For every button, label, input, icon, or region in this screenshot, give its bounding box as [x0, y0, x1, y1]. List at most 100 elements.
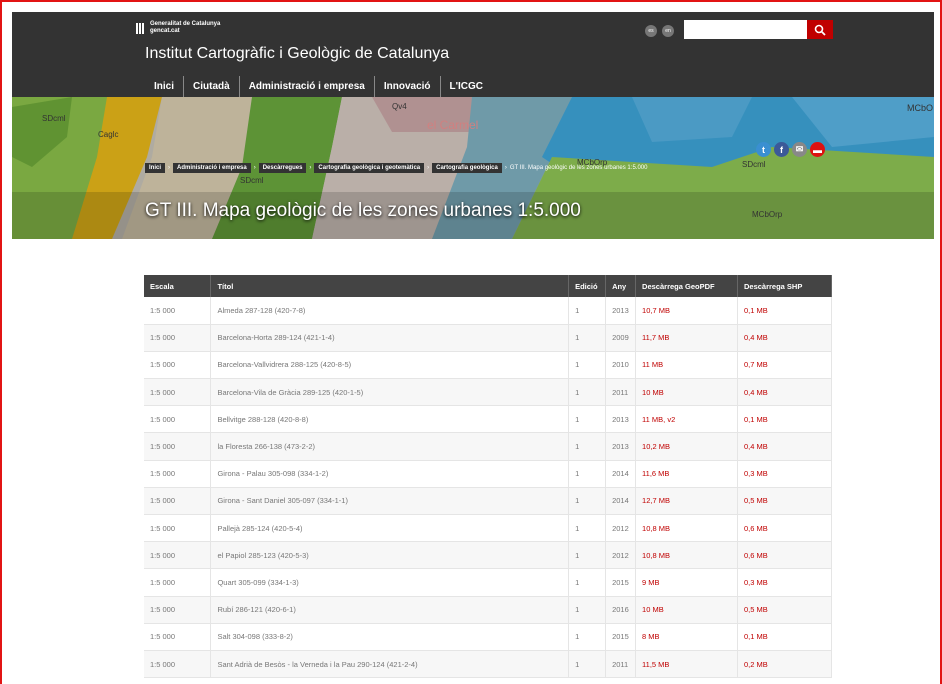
- cell-title: Barcelona-Vallvidrera 288-125 (420-8-5): [210, 351, 570, 380]
- cell-scale: 1:5 000: [144, 324, 212, 352]
- geopdf-download-link[interactable]: 10,8 MB: [635, 541, 738, 570]
- geopdf-download-link[interactable]: 11,5 MB: [635, 650, 738, 679]
- nav-innovacio[interactable]: Innovació: [373, 76, 440, 97]
- geopdf-download-link[interactable]: 9 MB: [635, 568, 738, 597]
- breadcrumb-item[interactable]: Cartografia geològica i geotemàtica: [314, 163, 425, 173]
- shp-download-link[interactable]: 0,3 MB: [737, 460, 833, 488]
- column-header[interactable]: Títol: [210, 275, 570, 297]
- cell-scale: 1:5 000: [144, 596, 212, 624]
- search-input[interactable]: [684, 20, 807, 39]
- cell-title: Quart 305-099 (334-1-3): [210, 568, 570, 597]
- cell-year: 2013: [605, 405, 637, 434]
- main-nav: Inici Ciutadà Administració i empresa In…: [145, 76, 492, 97]
- nav-icgc[interactable]: L'ICGC: [439, 76, 493, 97]
- column-header[interactable]: Any: [605, 275, 637, 297]
- shp-download-link[interactable]: 0,4 MB: [737, 432, 833, 461]
- lang-en-button[interactable]: en: [662, 25, 674, 37]
- cell-scale: 1:5 000: [144, 432, 212, 461]
- breadcrumb-separator-icon: ›: [427, 165, 430, 171]
- geopdf-download-link[interactable]: 10,7 MB: [635, 297, 738, 325]
- cell-scale: 1:5 000: [144, 378, 212, 407]
- column-header[interactable]: Edició: [568, 275, 607, 297]
- gencat-emblem-icon: [136, 22, 146, 34]
- cell-year: 2011: [605, 378, 637, 407]
- breadcrumb-item[interactable]: Administració i empresa: [173, 163, 251, 173]
- shp-download-link[interactable]: 0,1 MB: [737, 623, 833, 651]
- cell-title: Girona - Palau 305-098 (334-1-2): [210, 460, 570, 488]
- map-label: MCbO: [907, 103, 933, 113]
- cell-edition: 1: [568, 297, 607, 325]
- shp-download-link[interactable]: 0,3 MB: [737, 568, 833, 597]
- search-button[interactable]: [807, 20, 833, 39]
- browser-frame: Generalitat de Catalunya gencat.cat Inst…: [0, 0, 942, 684]
- cell-edition: 1: [568, 568, 607, 597]
- shp-download-link[interactable]: 0,1 MB: [737, 297, 833, 325]
- shp-download-link[interactable]: 0,5 MB: [737, 487, 833, 516]
- cell-title: Sant Adrià de Besòs - la Verneda i la Pa…: [210, 650, 570, 679]
- column-header[interactable]: Descàrrega SHP: [737, 275, 833, 297]
- breadcrumb-item[interactable]: Cartografia geològica: [432, 163, 502, 173]
- cell-year: 2016: [605, 596, 637, 624]
- cell-edition: 1: [568, 596, 607, 624]
- map-label: Caglc: [98, 130, 118, 139]
- nav-administracio[interactable]: Administració i empresa: [238, 76, 374, 97]
- cell-title: el Papiol 285-123 (420-5-3): [210, 541, 570, 570]
- breadcrumb-separator-icon: ›: [168, 165, 171, 171]
- shp-download-link[interactable]: 0,4 MB: [737, 378, 833, 407]
- breadcrumb-separator-icon: ›: [504, 165, 507, 171]
- cell-title: Pallejà 285-124 (420-5-4): [210, 514, 570, 543]
- column-header[interactable]: Descàrrega GeoPDF: [635, 275, 738, 297]
- map-label: el Carmel: [427, 118, 478, 132]
- geopdf-download-link[interactable]: 11 MB: [635, 351, 738, 380]
- column-header[interactable]: Escala: [144, 275, 212, 297]
- cell-scale: 1:5 000: [144, 297, 212, 325]
- geopdf-download-link[interactable]: 10,2 MB: [635, 432, 738, 461]
- cell-year: 2015: [605, 568, 637, 597]
- cell-title: Girona - Sant Daniel 305-097 (334-1-1): [210, 487, 570, 516]
- site-title[interactable]: Institut Cartogràfic i Geològic de Catal…: [145, 45, 449, 63]
- shp-download-link[interactable]: 0,6 MB: [737, 514, 833, 543]
- geopdf-download-link[interactable]: 11,7 MB: [635, 324, 738, 352]
- cell-title: Salt 304-098 (333-8-2): [210, 623, 570, 651]
- cell-edition: 1: [568, 432, 607, 461]
- cell-title: Rubí 286-121 (420-6-1): [210, 596, 570, 624]
- table-row: 1:5 000 Barcelona-Vila de Gràcia 289-125 …: [144, 378, 833, 407]
- facebook-icon[interactable]: f: [774, 142, 789, 157]
- cell-title: Barcelona-Vila de Gràcia 289-125 (420-1-…: [210, 378, 570, 407]
- lang-es-button[interactable]: es: [645, 25, 657, 37]
- table-row: 1:5 000 Girona - Palau 305-098 (334-1-2) 1…: [144, 460, 833, 488]
- geopdf-download-link[interactable]: 10 MB: [635, 596, 738, 624]
- breadcrumb: Inici › Administració i empresa › Descàr…: [145, 163, 647, 173]
- shp-download-link[interactable]: 0,2 MB: [737, 650, 833, 679]
- breadcrumb-item[interactable]: Descàrregues: [258, 163, 307, 173]
- gencat-logo[interactable]: Generalitat de Catalunya gencat.cat: [136, 21, 220, 35]
- shp-download-link[interactable]: 0,5 MB: [737, 596, 833, 624]
- shp-download-link[interactable]: 0,6 MB: [737, 541, 833, 570]
- shp-download-link[interactable]: 0,1 MB: [737, 405, 833, 434]
- cell-scale: 1:5 000: [144, 623, 212, 651]
- cell-title: Almeda 287-128 (420-7-8): [210, 297, 570, 325]
- breadcrumb-item[interactable]: Inici: [145, 163, 166, 173]
- shp-download-link[interactable]: 0,4 MB: [737, 324, 833, 352]
- shp-download-link[interactable]: 0,7 MB: [737, 351, 833, 380]
- cell-year: 2012: [605, 514, 637, 543]
- geopdf-download-link[interactable]: 10 MB: [635, 378, 738, 407]
- twitter-icon[interactable]: t: [756, 142, 771, 157]
- nav-ciutada[interactable]: Ciutadà: [183, 76, 239, 97]
- gencat-name: Generalitat de Catalunya: [150, 21, 221, 27]
- cell-year: 2014: [605, 487, 637, 516]
- geopdf-download-link[interactable]: 11 MB, v2: [635, 405, 738, 434]
- geopdf-download-link[interactable]: 8 MB: [635, 623, 738, 651]
- cell-scale: 1:5 000: [144, 514, 212, 543]
- geopdf-download-link[interactable]: 10,8 MB: [635, 514, 738, 543]
- cell-year: 2013: [605, 432, 637, 461]
- email-icon[interactable]: ✉: [792, 142, 807, 157]
- print-icon[interactable]: ▬: [810, 142, 825, 157]
- map-label: SDcml: [240, 176, 264, 185]
- geopdf-download-link[interactable]: 11,6 MB: [635, 460, 738, 488]
- cell-year: 2013: [605, 297, 637, 325]
- cell-year: 2010: [605, 351, 637, 380]
- nav-inici[interactable]: Inici: [145, 76, 183, 97]
- cell-scale: 1:5 000: [144, 351, 212, 380]
- geopdf-download-link[interactable]: 12,7 MB: [635, 487, 738, 516]
